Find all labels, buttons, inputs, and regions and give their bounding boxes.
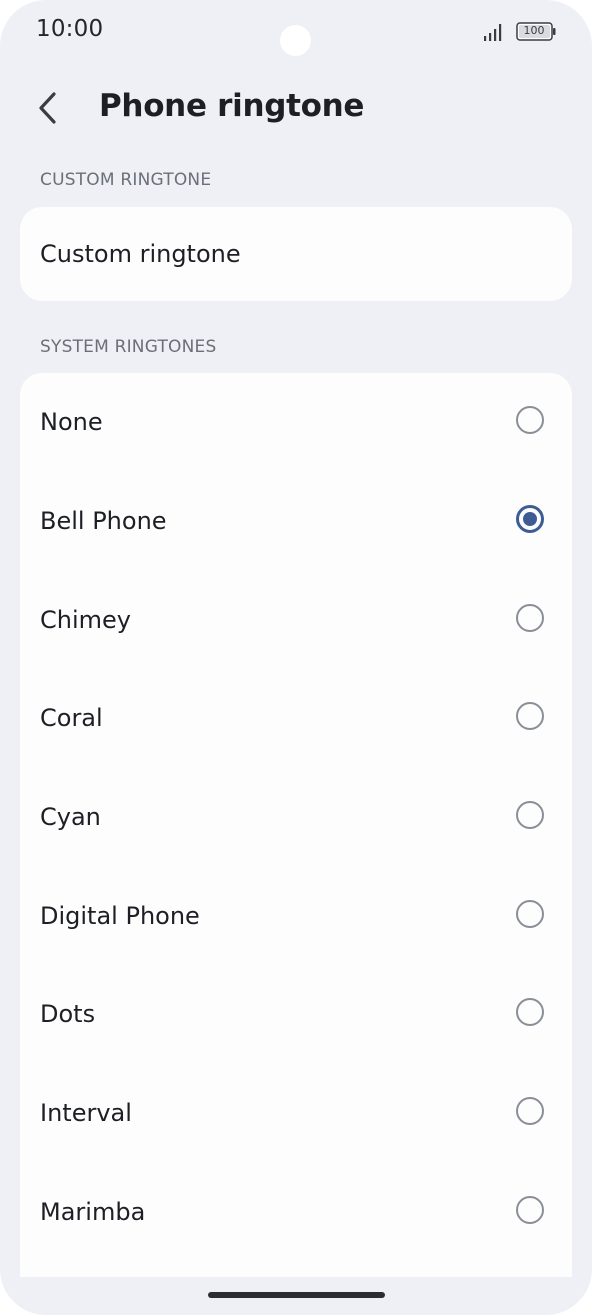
radio-button[interactable] xyxy=(516,604,544,632)
ringtone-label: None xyxy=(40,408,103,436)
ringtone-item-digital-phone[interactable]: Digital Phone xyxy=(20,867,572,965)
ringtone-label: Coral xyxy=(40,704,103,732)
radio-button[interactable] xyxy=(516,702,544,730)
ringtone-item-bell-phone[interactable]: Bell Phone xyxy=(20,472,572,570)
chevron-left-icon xyxy=(39,92,56,124)
ringtone-item-dots[interactable]: Dots xyxy=(20,965,572,1063)
ringtone-item-cyan[interactable]: Cyan xyxy=(20,768,572,866)
phone-screen: 10:00 100 Phone ringtone CUSTOM RINGTONE… xyxy=(0,0,592,1315)
front-camera-cutout xyxy=(280,25,311,56)
ringtone-item-interval[interactable]: Interval xyxy=(20,1064,572,1162)
ringtone-label: Chimey xyxy=(40,606,131,634)
custom-ringtone-item[interactable]: Custom ringtone xyxy=(40,207,241,301)
custom-ringtone-card: Custom ringtone xyxy=(20,207,572,301)
ringtone-item-marimba[interactable]: Marimba xyxy=(20,1163,572,1261)
radio-button[interactable] xyxy=(516,406,544,434)
ringtone-label: Digital Phone xyxy=(40,902,200,930)
status-time: 10:00 xyxy=(36,16,104,42)
ringtone-label: Marimba xyxy=(40,1198,146,1226)
radio-button[interactable] xyxy=(516,998,544,1026)
radio-button-selected[interactable] xyxy=(516,505,544,533)
app-bar: Phone ringtone xyxy=(0,80,592,140)
radio-button[interactable] xyxy=(516,1196,544,1224)
radio-button[interactable] xyxy=(516,801,544,829)
ringtone-label: Dots xyxy=(40,1000,96,1028)
system-ringtones-section-header: SYSTEM RINGTONES xyxy=(40,337,217,357)
custom-ringtone-section-header: CUSTOM RINGTONE xyxy=(40,170,212,190)
battery-level: 100 xyxy=(523,24,545,37)
radio-button[interactable] xyxy=(516,1097,544,1125)
signal-icon xyxy=(484,24,502,41)
ringtone-label: Cyan xyxy=(40,803,101,831)
ringtone-item-chimey[interactable]: Chimey xyxy=(20,571,572,669)
ringtone-label: Interval xyxy=(40,1099,132,1127)
ringtone-item-none[interactable]: None xyxy=(20,373,572,471)
page-title: Phone ringtone xyxy=(99,88,365,124)
back-button[interactable] xyxy=(26,86,68,130)
status-bar: 10:00 100 xyxy=(0,0,592,64)
ringtone-item-coral[interactable]: Coral xyxy=(20,669,572,767)
system-ringtones-list: None Bell Phone Chimey Coral Cyan Digita… xyxy=(20,373,572,1277)
home-indicator[interactable] xyxy=(208,1292,385,1298)
ringtone-label: Bell Phone xyxy=(40,507,167,535)
radio-button[interactable] xyxy=(516,900,544,928)
